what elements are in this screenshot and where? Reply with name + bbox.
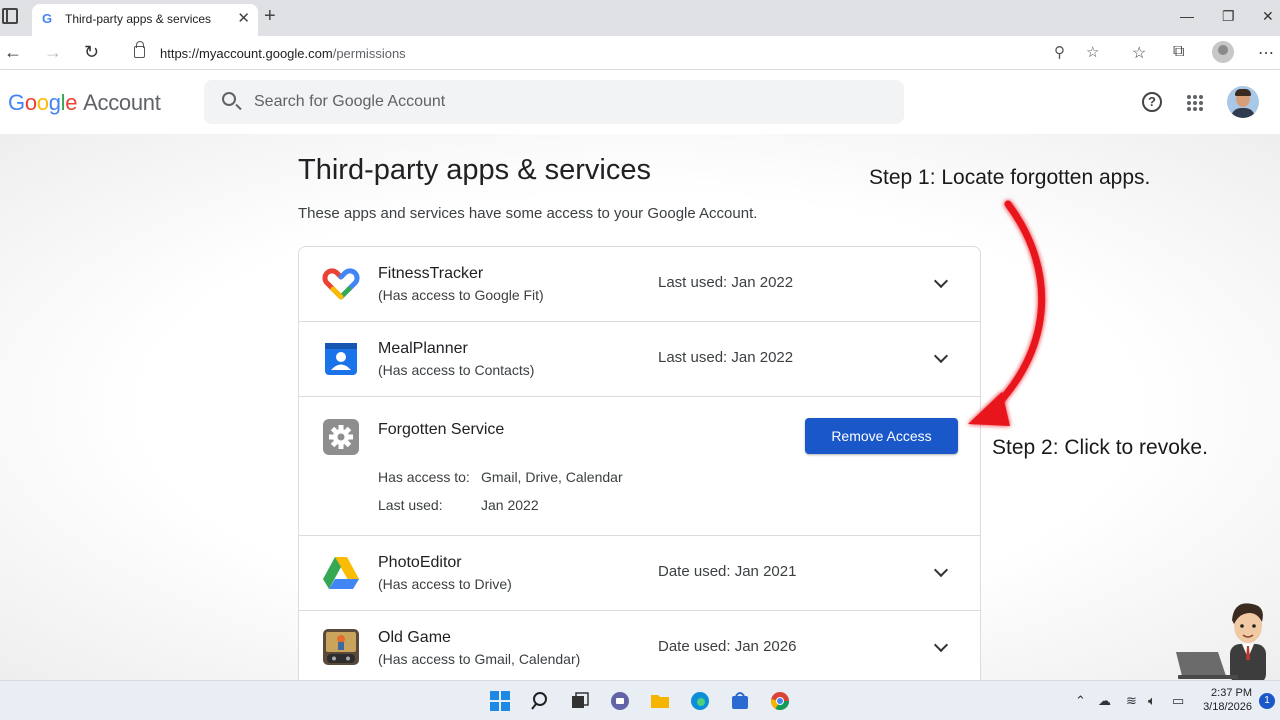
list-item[interactable]: MealPlanner (Has access to Contacts) Las… [299,322,980,397]
access-value: Gmail, Drive, Calendar [481,469,623,485]
app-last-used: Last used: Jan 2022 [658,349,794,366]
taskbar: ⌃ ☁ ≋ 🔈︎ ▭ 2:37 PM 3/18/2026 1 [0,680,1280,720]
favorite-star-icon[interactable]: ☆ [1086,43,1099,61]
remove-access-button[interactable]: Remove Access [805,418,958,454]
system-clock[interactable]: 2:37 PM 3/18/2026 [1200,686,1252,714]
search-icon[interactable] [222,92,236,106]
list-item[interactable]: PhotoEditor (Has access to Drive) Date u… [299,536,980,611]
clock-time: 2:37 PM [1211,687,1252,699]
reload-button[interactable]: ↻ [84,42,99,62]
app-name: Old Game [378,629,451,646]
app-access: (Has access to Contacts) [378,362,535,378]
drive-icon [323,557,359,589]
chevron-down-icon[interactable] [933,562,949,578]
contacts-icon [325,343,357,375]
chevron-down-icon[interactable] [933,348,949,364]
back-button[interactable]: ← [4,42,22,62]
wifi-icon[interactable]: ≋ [1126,693,1137,709]
browser-profile-icon[interactable] [1212,41,1234,63]
task-view-icon[interactable] [569,690,591,712]
store-icon[interactable] [729,690,751,712]
file-explorer-icon[interactable] [649,690,671,712]
browser-tab[interactable]: G Third-party apps & services ✕ [32,4,258,36]
battery-icon[interactable]: ▭ [1172,693,1184,709]
search-bar[interactable] [204,80,904,124]
collections-icon[interactable]: ⧉ [1173,43,1184,61]
minimize-button[interactable]: — [1180,8,1194,24]
address-bar: ← → ↻ https://myaccount.google.com/permi… [0,36,1280,70]
app-last-used: Last used: Jan 2022 [658,274,794,291]
notification-badge[interactable]: 1 [1259,693,1275,709]
chevron-down-icon[interactable] [933,637,949,653]
new-tab-button[interactable]: + [264,6,276,26]
google-account-header: GoogleAccount ? [0,70,1280,134]
onedrive-icon[interactable]: ☁ [1098,693,1111,709]
help-icon[interactable]: ? [1142,92,1162,112]
edge-browser-icon[interactable] [689,690,711,712]
access-label: Has access to: [378,469,470,485]
account-label: Account [83,90,161,115]
app-last-used: Date used: Jan 2021 [658,563,797,580]
clock-date: 3/18/2026 [1203,701,1252,713]
url-field[interactable]: https://myaccount.google.com/permissions… [120,38,1120,68]
chrome-icon[interactable] [769,690,791,712]
lock-icon[interactable] [134,41,145,58]
apps-list-card: FitnessTracker (Has access to Google Fit… [298,246,981,680]
cartoon-presenter-illustration [1176,603,1266,680]
game-icon [323,629,359,665]
tab-close-icon[interactable]: ✕ [237,9,250,27]
step-2-annotation: Step 2: Click to revoke. [992,436,1208,459]
google-favicon-icon: G [42,11,53,26]
step-1-annotation: Step 1: Locate forgotten apps. [869,166,1151,189]
app-access: (Has access to Gmail, Calendar) [378,651,581,667]
browser-tab-bar: G Third-party apps & services ✕ + — ❐ ✕ [0,0,1280,36]
list-item[interactable]: Old Game (Has access to Gmail, Calendar)… [299,611,980,680]
red-arrow-icon [968,200,1046,426]
url-text: https://myaccount.google.com/permissions [160,46,406,61]
search-input[interactable] [254,80,894,124]
volume-icon[interactable]: 🔈︎ [1148,693,1156,709]
taskbar-search-icon[interactable] [529,690,551,712]
app-access: (Has access to Google Fit) [378,287,544,303]
google-wordmark: Google [8,90,78,115]
list-item[interactable]: FitnessTracker (Has access to Google Fit… [299,247,980,322]
maximize-button[interactable]: ❐ [1222,8,1235,25]
app-name: FitnessTracker [378,265,484,282]
page-subtitle: These apps and services have some access… [298,205,758,222]
last-used-value: Jan 2022 [481,497,539,513]
google-account-logo[interactable]: Google Account [8,90,161,116]
google-fit-icon [322,268,360,300]
app-last-used: Date used: Jan 2026 [658,638,797,655]
favorites-icon[interactable]: ☆ [1132,43,1146,63]
forward-button[interactable]: → [44,42,62,62]
app-name: Forgotten Service [378,421,505,438]
app-name: PhotoEditor [378,554,462,571]
page-title: Third-party apps & services [298,154,651,186]
tab-title: Third-party apps & services [65,12,212,26]
app-access: (Has access to Drive) [378,576,512,592]
more-options-icon[interactable]: ⋯ [1258,43,1274,63]
last-used-label: Last used: [378,497,443,513]
teams-chat-icon[interactable] [609,690,631,712]
gear-icon [323,419,359,455]
zoom-icon[interactable]: ⚲ [1054,43,1065,61]
list-item-expanded[interactable]: Forgotten Service Remove Access Has acce… [299,397,980,536]
windows-start-icon[interactable] [489,690,511,712]
avatar[interactable] [1227,86,1259,118]
google-apps-icon[interactable] [1187,95,1203,111]
show-hidden-icons[interactable]: ⌃ [1075,693,1086,709]
close-window-button[interactable]: ✕ [1262,8,1274,25]
app-name: MealPlanner [378,340,468,357]
main-content: Third-party apps & services These apps a… [0,134,1280,680]
tab-actions-icon[interactable] [2,8,18,24]
chevron-down-icon[interactable] [933,273,949,289]
